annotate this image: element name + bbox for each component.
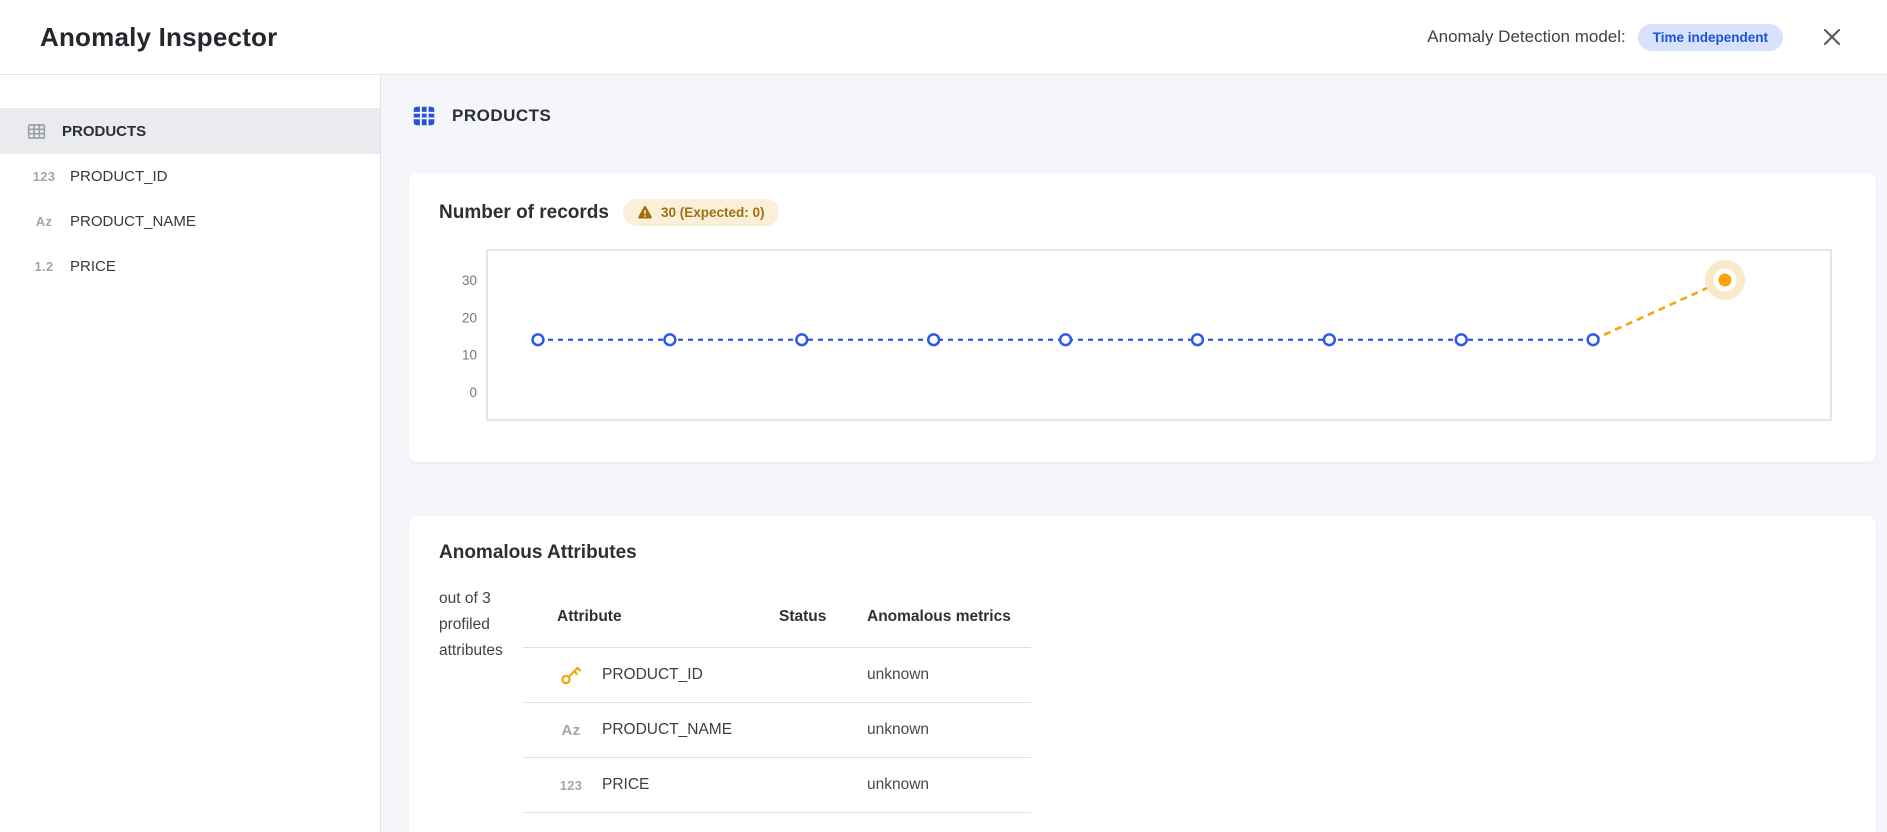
- sidebar-item-label: PRICE: [70, 258, 116, 275]
- sidebar-item-price[interactable]: 1.2 PRICE: [0, 244, 380, 289]
- svg-text:10: 10: [462, 348, 477, 363]
- svg-text:20: 20: [462, 310, 477, 325]
- attribute-name: PRICE: [602, 776, 649, 794]
- primary-key-icon: [558, 663, 584, 687]
- attributes-card-body: out of 3 profiled attributes Attribute S…: [439, 586, 1846, 813]
- column-header-status: Status: [779, 608, 867, 626]
- page-title: Anomaly Inspector: [40, 22, 277, 53]
- model-badge[interactable]: Time independent: [1638, 24, 1783, 51]
- anomaly-count-text: 30 (Expected: 0): [661, 205, 765, 220]
- sidebar-item-products[interactable]: PRODUCTS: [0, 108, 380, 154]
- column-header-anomalous-metrics: Anomalous metrics: [867, 608, 1031, 626]
- text-type-icon: Az: [558, 722, 584, 739]
- anomalous-attributes-card: Anomalous Attributes out of 3 profiled a…: [409, 516, 1876, 832]
- records-chart[interactable]: 0 10 20 30: [439, 240, 1846, 436]
- number-of-records-card: Number of records 30 (Expected: 0) 0 10 20…: [409, 173, 1876, 462]
- attributes-table: Attribute Status Anomalous metrics: [523, 586, 1031, 813]
- attributes-card-title: Anomalous Attributes: [439, 542, 1846, 564]
- dataset-header: PRODUCTS: [411, 103, 1876, 129]
- table-row-product-name[interactable]: Az PRODUCT_NAME unknown: [523, 703, 1031, 758]
- main-panel: PRODUCTS Number of records 30 (Expected:…: [381, 75, 1887, 832]
- dataset-table-icon: [411, 103, 437, 129]
- dataset-title: PRODUCTS: [452, 106, 551, 126]
- attributes-table-header: Attribute Status Anomalous metrics: [523, 586, 1031, 648]
- anomalous-metrics-cell: unknown: [867, 666, 1031, 684]
- table-grid-icon: [22, 121, 50, 142]
- numeric-type-icon: 123: [558, 778, 584, 793]
- profiled-attributes-note: out of 3 profiled attributes: [439, 586, 523, 813]
- svg-text:30: 30: [462, 273, 477, 288]
- sidebar-item-label: PRODUCTS: [62, 123, 146, 140]
- close-button[interactable]: [1817, 22, 1847, 52]
- anomalous-metrics-cell: unknown: [867, 776, 1031, 794]
- line-chart-canvas: 0 10 20 30: [439, 240, 1845, 436]
- header-right: Anomaly Detection model: Time independen…: [1427, 22, 1847, 52]
- sidebar-item-label: PRODUCT_ID: [70, 168, 168, 185]
- table-row-price[interactable]: 123 PRICE unknown: [523, 758, 1031, 813]
- attribute-name: PRODUCT_ID: [602, 666, 703, 684]
- decimal-type-icon: 1.2: [30, 259, 58, 274]
- records-card-header: Number of records 30 (Expected: 0): [439, 199, 1846, 226]
- warning-triangle-icon: [637, 205, 653, 220]
- svg-text:0: 0: [469, 385, 477, 400]
- model-label: Anomaly Detection model:: [1427, 27, 1625, 47]
- header: Anomaly Inspector Anomaly Detection mode…: [0, 0, 1887, 75]
- numeric-type-icon: 123: [30, 169, 58, 184]
- content-area: PRODUCTS 123 PRODUCT_ID Az PRODUCT_NAME …: [0, 75, 1887, 832]
- records-card-title: Number of records: [439, 202, 609, 224]
- sidebar-item-label: PRODUCT_NAME: [70, 213, 196, 230]
- column-header-attribute: Attribute: [523, 608, 779, 626]
- anomaly-inspector-window: Anomaly Inspector Anomaly Detection mode…: [0, 0, 1887, 832]
- sidebar: PRODUCTS 123 PRODUCT_ID Az PRODUCT_NAME …: [0, 75, 381, 832]
- anomalous-metrics-cell: unknown: [867, 721, 1031, 739]
- attribute-name: PRODUCT_NAME: [602, 721, 732, 739]
- table-row-product-id[interactable]: PRODUCT_ID unknown: [523, 648, 1031, 703]
- sidebar-item-product-id[interactable]: 123 PRODUCT_ID: [0, 154, 380, 199]
- close-icon: [1820, 25, 1844, 49]
- anomaly-count-badge: 30 (Expected: 0): [623, 199, 779, 226]
- text-type-icon: Az: [30, 214, 58, 229]
- sidebar-item-product-name[interactable]: Az PRODUCT_NAME: [0, 199, 380, 244]
